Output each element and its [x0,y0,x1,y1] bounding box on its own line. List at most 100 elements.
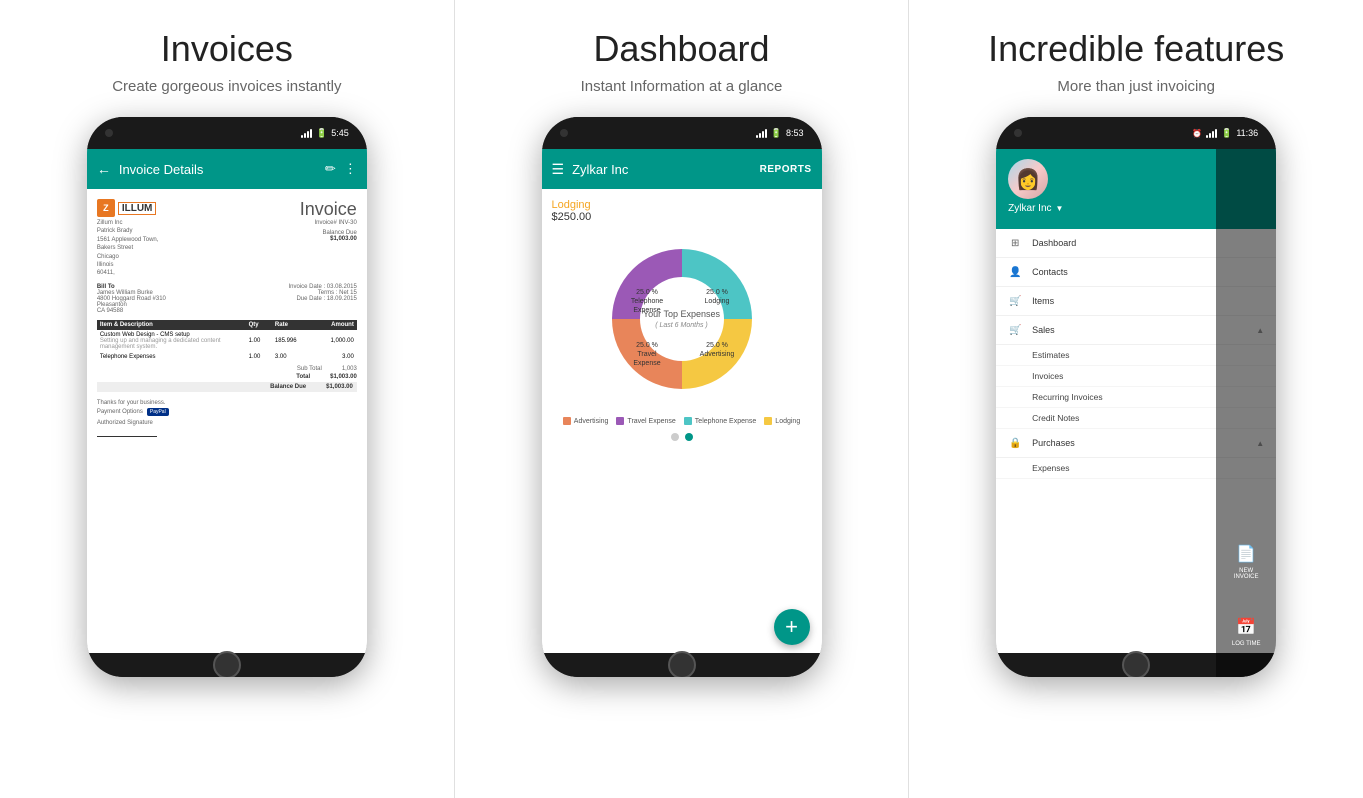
company-details: Zillum Inc Patrick Brady 1561 Applewood … [97,219,159,278]
panel-dashboard-title: Dashboard [593,28,769,70]
page-indicators [671,433,693,441]
table-row: Telephone Expenses 1.00 3.00 3.00 [97,352,357,362]
alarm-icon: ⏰ [1192,129,1202,138]
signal-icon-1 [301,129,312,138]
page-dot-2[interactable] [685,433,693,441]
screen-features: 👩 Zylkar Inc ▼ ⊞ Dashboard 👤 [996,149,1276,653]
panel-features: Incredible features More than just invoi… [909,0,1363,798]
drawer-company-name: Zylkar Inc [1008,203,1051,214]
dash-toolbar-title: Zylkar Inc [572,162,760,177]
phone-topbar-2: 🔋 8:53 [542,117,822,149]
time-2: 8:53 [786,128,804,138]
drawer-company-row: Zylkar Inc ▼ [1008,203,1063,214]
legend-travel: Travel Expense [616,417,675,425]
log-time-icon: 📅 [1236,617,1256,637]
invoice-toolbar-title: Invoice Details [119,162,325,177]
phone-camera-2 [560,129,568,137]
invoice-table: Item & Description Qty Rate Amount Custo… [97,320,357,362]
phone-bottom-2 [542,653,822,677]
svg-text:25.0 %: 25.0 % [706,342,728,349]
screen-invoices: ← Invoice Details ✏ ⋮ Z ILLUM Zill [87,149,367,653]
phone-invoices: 🔋 5:45 ← Invoice Details ✏ ⋮ Z [87,117,367,677]
phone-camera-1 [105,129,113,137]
reports-button[interactable]: REPORTS [760,164,812,175]
legend-advertising: Advertising [563,417,609,425]
back-icon-1[interactable]: ← [97,161,111,177]
phone-topbar-3: ⏰ 🔋 11:36 [996,117,1276,149]
legend-lodging: Lodging [764,417,800,425]
legend-dot-telephone [684,417,692,425]
invoice-toolbar: ← Invoice Details ✏ ⋮ [87,149,367,189]
zillum-logo: Z ILLUM [97,199,159,217]
screen-dashboard: ☰ Zylkar Inc REPORTS Lodging $250.00 [542,149,822,653]
new-invoice-icon: 📄 [1236,544,1256,564]
svg-text:Advertising: Advertising [699,351,734,358]
donut-chart: 25.0 % Telephone Expense 25.0 % Lodging … [592,229,772,409]
chart-center-text: Your Top Expenses ( Last 6 Months ) [643,308,720,330]
svg-text:Travel: Travel [637,351,657,358]
zillum-text: ILLUM [118,202,157,215]
contacts-icon: 👤 [1008,265,1022,279]
avatar-image: 👩 [1008,159,1048,199]
more-icon-1[interactable]: ⋮ [344,161,357,177]
panel-dashboard: Dashboard Instant Information at a glanc… [455,0,910,798]
time-3: 11:36 [1236,128,1258,138]
phone-dashboard: 🔋 8:53 ☰ Zylkar Inc REPORTS Lodging $250… [542,117,822,677]
panel-features-subtitle: More than just invoicing [1057,78,1215,95]
chevron-down-icon[interactable]: ▼ [1056,204,1064,213]
bill-to-section: Bill To James William Burke 4800 Hoggard… [97,284,357,314]
dash-content: Lodging $250.00 [542,189,822,653]
lodging-amount: $250.00 [552,211,592,223]
invoice-meta: Invoice# INV-30 Balance Due $1,003.00 [300,220,357,242]
legend-dot-advertising [563,417,571,425]
signal-icon-3 [1206,129,1217,138]
home-button-2[interactable] [668,651,696,677]
dashboard-icon: ⊞ [1008,236,1022,250]
svg-text:Expense: Expense [633,360,660,367]
time-1: 5:45 [331,128,349,138]
panel-features-title: Incredible features [988,28,1284,70]
dash-toolbar: ☰ Zylkar Inc REPORTS [542,149,822,189]
panel-invoices-title: Invoices [161,28,293,70]
legend-dot-lodging [764,417,772,425]
chart-legend: Advertising Travel Expense Telephone Exp… [563,417,800,425]
svg-text:25.0 %: 25.0 % [636,342,658,349]
signal-icon-2 [756,129,767,138]
invoice-totals: Sub Total 1,003 Total $1,003.00 Balance … [97,366,357,392]
legend-dot-travel [616,417,624,425]
signature-line [97,436,157,437]
phone-features: ⏰ 🔋 11:36 [996,117,1276,677]
svg-text:25.0 %: 25.0 % [636,289,658,296]
sales-icon: 🛒 [1008,323,1022,337]
zillum-z: Z [97,199,115,217]
svg-text:Telephone: Telephone [630,298,662,305]
panels-container: Invoices Create gorgeous invoices instan… [0,0,1363,798]
fab-button[interactable]: + [774,609,810,645]
invoice-word: Invoice [300,199,357,220]
items-icon: 🛒 [1008,294,1022,308]
panel-invoices-subtitle: Create gorgeous invoices instantly [112,78,341,95]
edit-icon-1[interactable]: ✏ [325,161,336,177]
page-dot-1[interactable] [671,433,679,441]
new-invoice-side-btn[interactable]: 📄 NEW INVOICE [1226,537,1266,587]
purchases-icon: 🔒 [1008,436,1022,450]
hamburger-icon[interactable]: ☰ [552,161,565,178]
battery-icon-3: 🔋 [1221,128,1232,139]
status-bar-1: 🔋 5:45 [301,128,349,139]
log-time-side-btn[interactable]: 📅 LOG TIME [1226,607,1266,653]
battery-icon-2: 🔋 [771,128,782,139]
phone-bottom-1 [87,653,367,677]
phone-camera-3 [1014,129,1022,137]
battery-icon-1: 🔋 [316,128,327,139]
legend-telephone: Telephone Expense [684,417,757,425]
invoice-footer: Thanks for your business. Payment Option… [97,400,357,437]
svg-text:Lodging: Lodging [704,298,729,305]
status-bar-2: 🔋 8:53 [756,128,804,139]
home-button-3[interactable] [1122,651,1150,677]
avatar: 👩 [1008,159,1048,199]
home-button-1[interactable] [213,651,241,677]
table-row: Custom Web Design - CMS setup Setting up… [97,330,357,352]
lodging-label: Lodging [552,199,591,211]
status-bar-3: ⏰ 🔋 11:36 [1192,128,1258,139]
side-panel: 📄 NEW INVOICE 📅 LOG TIME [1216,149,1276,653]
